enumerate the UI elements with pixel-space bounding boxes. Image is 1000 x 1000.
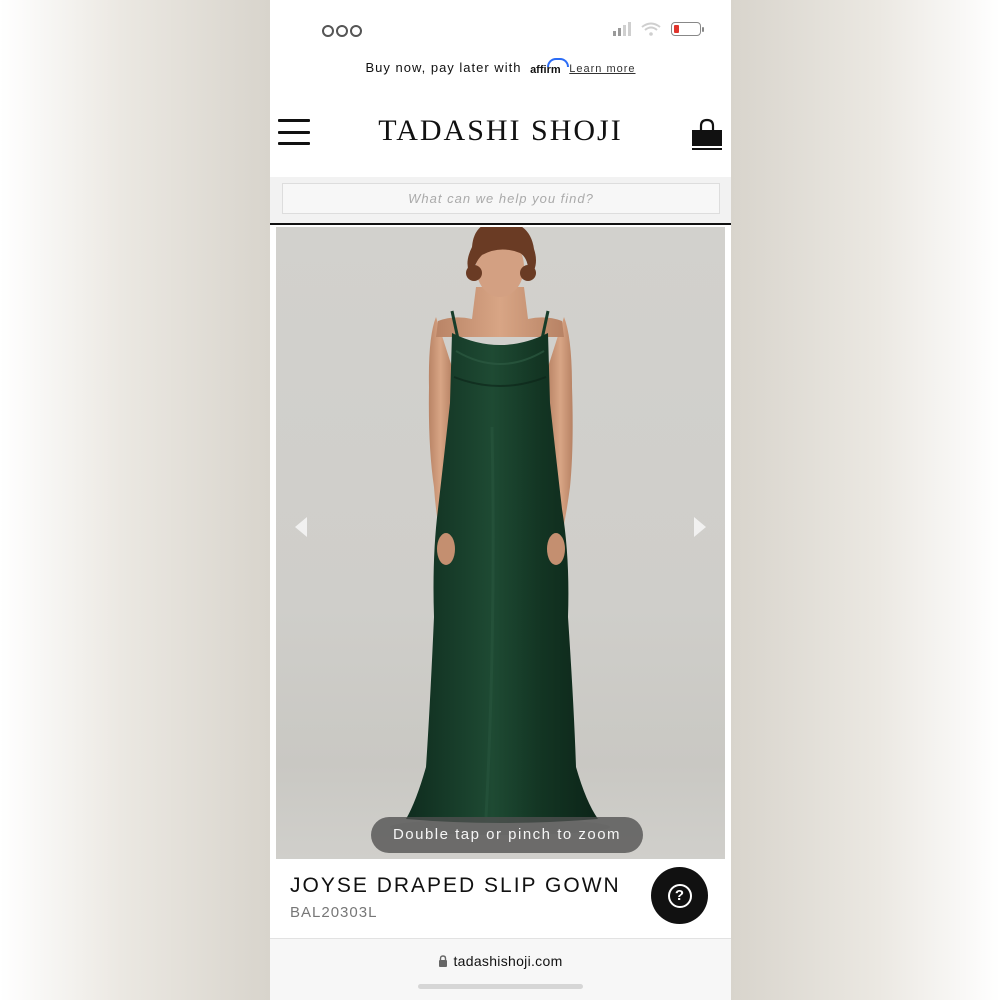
help-button[interactable]: ? xyxy=(651,867,708,924)
brand-logo[interactable]: TADASHI SHOJI xyxy=(270,114,731,148)
battery-level xyxy=(674,25,679,33)
lock-icon xyxy=(439,955,448,967)
url-text: tadashishoji.com xyxy=(453,953,563,969)
product-title: JOYSE DRAPED SLIP GOWN xyxy=(290,874,621,897)
battery-icon xyxy=(671,22,704,36)
affirm-logo: affirm xyxy=(530,58,570,76)
promo-banner: Buy now, pay later with affirm Learn mor… xyxy=(270,58,731,88)
search-input[interactable] xyxy=(282,183,720,214)
shopping-bag-icon[interactable] xyxy=(691,118,723,152)
question-icon: ? xyxy=(667,883,692,908)
site-header: TADASHI SHOJI xyxy=(270,100,731,170)
chevron-right-icon[interactable] xyxy=(687,515,711,539)
zoom-hint: Double tap or pinch to zoom xyxy=(371,817,643,853)
phone-screen: Buy now, pay later with affirm Learn mor… xyxy=(270,0,731,1000)
learn-more-link[interactable]: Learn more xyxy=(569,63,635,75)
wifi-icon xyxy=(641,22,661,36)
browser-url-bar[interactable]: tadashishoji.com xyxy=(270,938,731,1000)
chevron-left-icon[interactable] xyxy=(290,515,314,539)
search-bar xyxy=(270,177,731,225)
status-indicators xyxy=(322,22,368,40)
home-indicator[interactable] xyxy=(418,984,583,989)
url-display[interactable]: tadashishoji.com xyxy=(270,953,731,969)
product-image xyxy=(390,227,610,835)
status-bar xyxy=(270,0,731,60)
product-sku: BAL20303L xyxy=(290,904,378,921)
promo-text: Buy now, pay later with xyxy=(365,60,522,75)
product-image-gallery[interactable]: Double tap or pinch to zoom xyxy=(276,227,725,859)
background-right xyxy=(730,0,1000,1000)
status-icons xyxy=(613,22,704,36)
background-left xyxy=(0,0,270,1000)
signal-icon xyxy=(613,22,631,36)
